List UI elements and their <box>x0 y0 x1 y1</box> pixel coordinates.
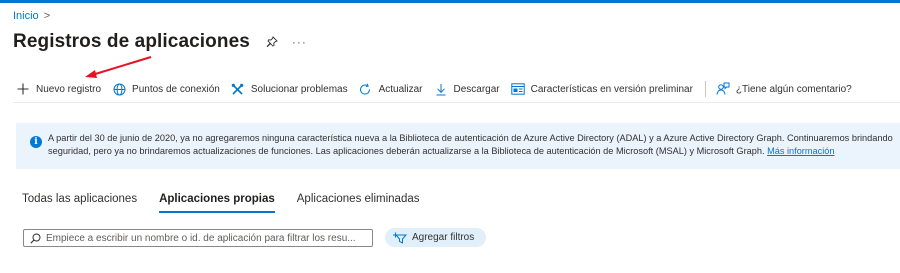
info-icon: i <box>30 136 42 148</box>
more-options-button[interactable]: ··· <box>292 35 307 49</box>
plus-icon <box>16 82 30 96</box>
preview-features-button[interactable]: Características en versión preliminar <box>510 82 693 96</box>
more-info-link[interactable]: Más información <box>767 146 834 156</box>
search-input[interactable] <box>46 232 366 244</box>
deprecation-banner: i A partir del 30 de junio de 2020, ya n… <box>16 123 900 169</box>
refresh-icon <box>359 82 373 96</box>
new-registration-button[interactable]: Nuevo registro <box>16 82 101 96</box>
download-button[interactable]: Descargar <box>434 82 500 96</box>
troubleshoot-label: Solucionar problemas <box>250 83 348 95</box>
search-box <box>23 229 373 247</box>
tab-deleted-applications[interactable]: Aplicaciones eliminadas <box>297 193 420 209</box>
preview-features-label: Características en versión preliminar <box>530 83 693 95</box>
banner-message: A partir del 30 de junio de 2020, ya no … <box>48 132 900 158</box>
title-row: Registros de aplicaciones ··· <box>13 31 307 53</box>
add-filters-button[interactable]: Agregar filtros <box>385 228 486 247</box>
new-registration-label: Nuevo registro <box>36 83 102 95</box>
refresh-button[interactable]: Actualizar <box>359 82 423 96</box>
app-tabs: Todas las aplicaciones Aplicaciones prop… <box>22 193 442 213</box>
globe-icon <box>112 82 126 96</box>
troubleshoot-button[interactable]: Solucionar problemas <box>231 82 348 96</box>
command-bar: Nuevo registro Puntos de conexión Soluci… <box>16 80 863 98</box>
tab-all-applications[interactable]: Todas las aplicaciones <box>22 193 137 209</box>
banner-line-1: A partir del 30 de junio de 2020, ya no … <box>48 133 893 143</box>
breadcrumb-separator: > <box>43 10 51 22</box>
pin-icon[interactable] <box>266 36 278 48</box>
add-filters-label: Agregar filtros <box>412 232 475 243</box>
top-accent-bar <box>0 0 900 3</box>
command-bar-divider <box>13 102 900 103</box>
preview-icon <box>510 82 525 96</box>
endpoints-label: Puntos de conexión <box>132 83 220 95</box>
banner-line-2: seguridad, pero ya no brindaremos actual… <box>48 145 900 158</box>
breadcrumb: Inicio > <box>13 10 50 22</box>
feedback-label: ¿Tiene algún comentario? <box>735 83 852 95</box>
endpoints-button[interactable]: Puntos de conexión <box>112 82 220 96</box>
download-label: Descargar <box>453 83 500 95</box>
refresh-label: Actualizar <box>378 83 423 95</box>
banner-line-2-text: seguridad, pero ya no brindaremos actual… <box>48 146 765 156</box>
download-icon <box>434 82 448 96</box>
feedback-icon <box>716 82 730 96</box>
wrench-icon <box>231 82 245 96</box>
filter-icon <box>393 232 407 244</box>
breadcrumb-home-link[interactable]: Inicio <box>13 10 39 22</box>
toolbar-separator <box>704 81 706 97</box>
feedback-button[interactable]: ¿Tiene algún comentario? <box>716 82 852 96</box>
search-icon <box>30 233 41 244</box>
page-title: Registros de aplicaciones <box>13 31 250 52</box>
tab-owned-applications[interactable]: Aplicaciones propias <box>159 193 275 213</box>
